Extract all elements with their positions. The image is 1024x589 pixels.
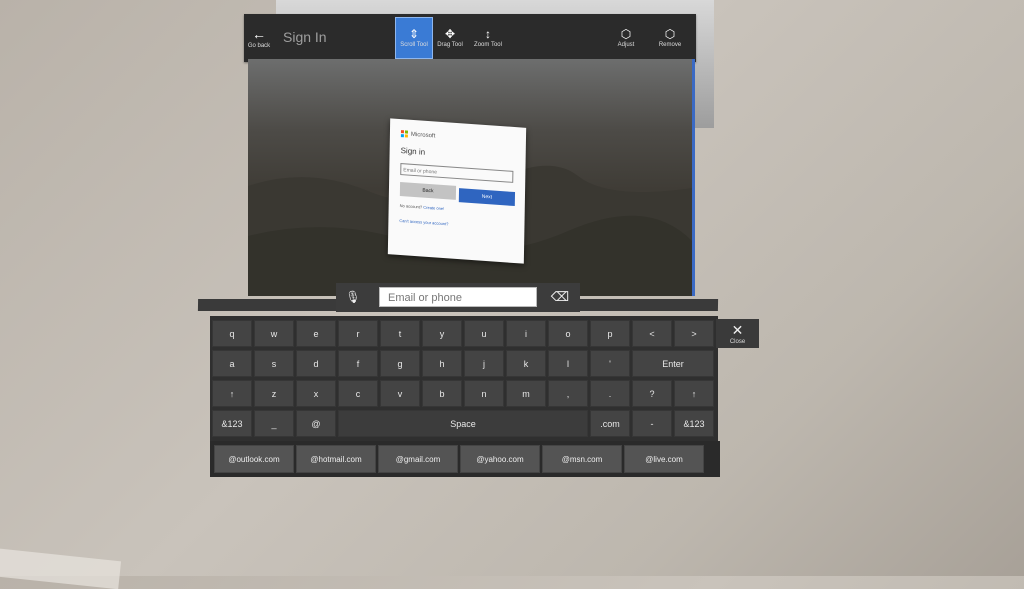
key-sym2-9[interactable]: .	[590, 380, 630, 407]
key-i[interactable]: i	[506, 320, 546, 347]
suggestion-yahoocom[interactable]: @yahoo.com	[460, 445, 540, 473]
key-sym2-8[interactable]: ,	[548, 380, 588, 407]
key-sym3-2[interactable]: @	[296, 410, 336, 437]
key-k[interactable]: k	[506, 350, 546, 377]
key-p[interactable]: p	[590, 320, 630, 347]
title-bar: ← Go back Sign In ⇕ Scroll Tool ✥ Drag T…	[244, 14, 696, 62]
zoom-tool-button[interactable]: ↕ Zoom Tool	[470, 18, 506, 58]
key-y[interactable]: y	[422, 320, 462, 347]
signin-dialog: Microsoft Sign in Email or phone Back Ne…	[387, 118, 527, 264]
key-enter[interactable]: Enter	[632, 350, 714, 377]
key-w[interactable]: w	[254, 320, 294, 347]
signin-heading: Sign in	[400, 146, 426, 157]
scroll-arrows-icon: ⇕	[408, 27, 420, 41]
zoom-tool-label: Zoom Tool	[474, 42, 502, 48]
app-window: ← Go back Sign In ⇕ Scroll Tool ✥ Drag T…	[244, 14, 696, 304]
key-sym1-9[interactable]: '	[590, 350, 630, 377]
drag-move-icon: ✥	[444, 27, 456, 41]
go-back-button[interactable]: ← Go back	[244, 16, 274, 60]
web-content[interactable]: Microsoft Sign in Email or phone Back Ne…	[248, 59, 695, 296]
go-back-label: Go back	[247, 43, 271, 49]
key-sym2-11[interactable]: ↑	[674, 380, 714, 407]
brand-name: Microsoft	[410, 131, 436, 139]
zoom-arrows-icon: ↕	[485, 27, 491, 41]
close-icon: ✕	[731, 321, 744, 338]
close-label: Close	[729, 338, 746, 345]
drag-tool-button[interactable]: ✥ Drag Tool	[434, 18, 466, 58]
next-button[interactable]: Next	[458, 188, 516, 207]
key-sym2-10[interactable]: ?	[632, 380, 672, 407]
virtual-keyboard: q w e r t y u i o p < > a s d f g h j k l ' Enter ↑ z x c v b n m,.? ↑ &…	[210, 316, 720, 477]
remove-button[interactable]: ⬡ Remove	[652, 18, 688, 58]
key-r[interactable]: r	[338, 320, 378, 347]
key-x[interactable]: x	[296, 380, 336, 407]
key-z[interactable]: z	[254, 380, 294, 407]
key-f[interactable]: f	[338, 350, 378, 377]
suggestion-msncom[interactable]: @msn.com	[542, 445, 622, 473]
key-sym0-11[interactable]: >	[674, 320, 714, 347]
key-com[interactable]: .com	[590, 410, 630, 437]
key-h[interactable]: h	[422, 350, 462, 377]
key-123[interactable]: &123	[674, 410, 714, 437]
backspace-icon[interactable]: ⌫	[548, 289, 572, 306]
key-n[interactable]: n	[464, 380, 504, 407]
keyboard-text-input[interactable]: Email or phone	[379, 287, 537, 307]
key-t[interactable]: t	[380, 320, 420, 347]
cube-remove-icon: ⬡	[664, 27, 676, 41]
key-sym2-0[interactable]: ↑	[212, 380, 252, 407]
microsoft-logo-icon	[400, 130, 409, 138]
scroll-tool-label: Scroll Tool	[400, 42, 428, 48]
key-l[interactable]: l	[548, 350, 588, 377]
key-a[interactable]: a	[212, 350, 252, 377]
email-field[interactable]: Email or phone	[400, 163, 514, 183]
key-v[interactable]: v	[380, 380, 420, 407]
key-123[interactable]: &123	[212, 410, 252, 437]
key-o[interactable]: o	[548, 320, 588, 347]
key-d[interactable]: d	[296, 350, 336, 377]
scroll-tool-button[interactable]: ⇕ Scroll Tool	[395, 17, 433, 59]
key-sym0-10[interactable]: <	[632, 320, 672, 347]
key-sym3-5[interactable]: -	[632, 410, 672, 437]
cant-access-link[interactable]: Can't access your account?	[399, 218, 448, 226]
floor	[0, 546, 122, 589]
drag-tool-label: Drag Tool	[437, 42, 463, 48]
key-g[interactable]: g	[380, 350, 420, 377]
suggestion-livecom[interactable]: @live.com	[624, 445, 704, 473]
remove-label: Remove	[658, 42, 682, 48]
key-b[interactable]: b	[422, 380, 462, 407]
keyboard-body: q w e r t y u i o p < > a s d f g h j k l ' Enter ↑ z x c v b n m,.? ↑ &…	[210, 316, 718, 444]
suggestion-gmailcom[interactable]: @gmail.com	[378, 445, 458, 473]
microphone-icon[interactable]: 🎙	[344, 290, 362, 306]
key-e[interactable]: e	[296, 320, 336, 347]
key-m[interactable]: m	[506, 380, 546, 407]
key-c[interactable]: c	[338, 380, 378, 407]
key-q[interactable]: q	[212, 320, 252, 347]
key-space[interactable]: Space	[338, 410, 588, 437]
adjust-button[interactable]: ⬡ Adjust	[610, 18, 642, 58]
key-sym3-1[interactable]: _	[254, 410, 294, 437]
back-button[interactable]: Back	[399, 182, 457, 200]
suggestion-outlookcom[interactable]: @outlook.com	[214, 445, 294, 473]
create-account-link[interactable]: Create one!	[423, 205, 444, 211]
key-s[interactable]: s	[254, 350, 294, 377]
key-j[interactable]: j	[464, 350, 504, 377]
close-keyboard-button[interactable]: ✕ Close	[716, 319, 759, 348]
keyboard-input-bar: 🎙 Email or phone ⌫	[336, 283, 580, 312]
suggestion-row: @outlook.com @hotmail.com @gmail.com @yahoo…	[210, 441, 720, 477]
window-title: Sign In	[283, 29, 327, 45]
no-account-text: No account? Create one!	[400, 203, 445, 211]
key-u[interactable]: u	[464, 320, 504, 347]
no-account-label: No account?	[399, 203, 423, 210]
suggestion-hotmailcom[interactable]: @hotmail.com	[296, 445, 376, 473]
back-arrow-icon: ←	[252, 26, 266, 42]
cube-icon: ⬡	[620, 27, 632, 41]
microsoft-logo: Microsoft	[400, 130, 436, 139]
adjust-label: Adjust	[617, 42, 635, 48]
